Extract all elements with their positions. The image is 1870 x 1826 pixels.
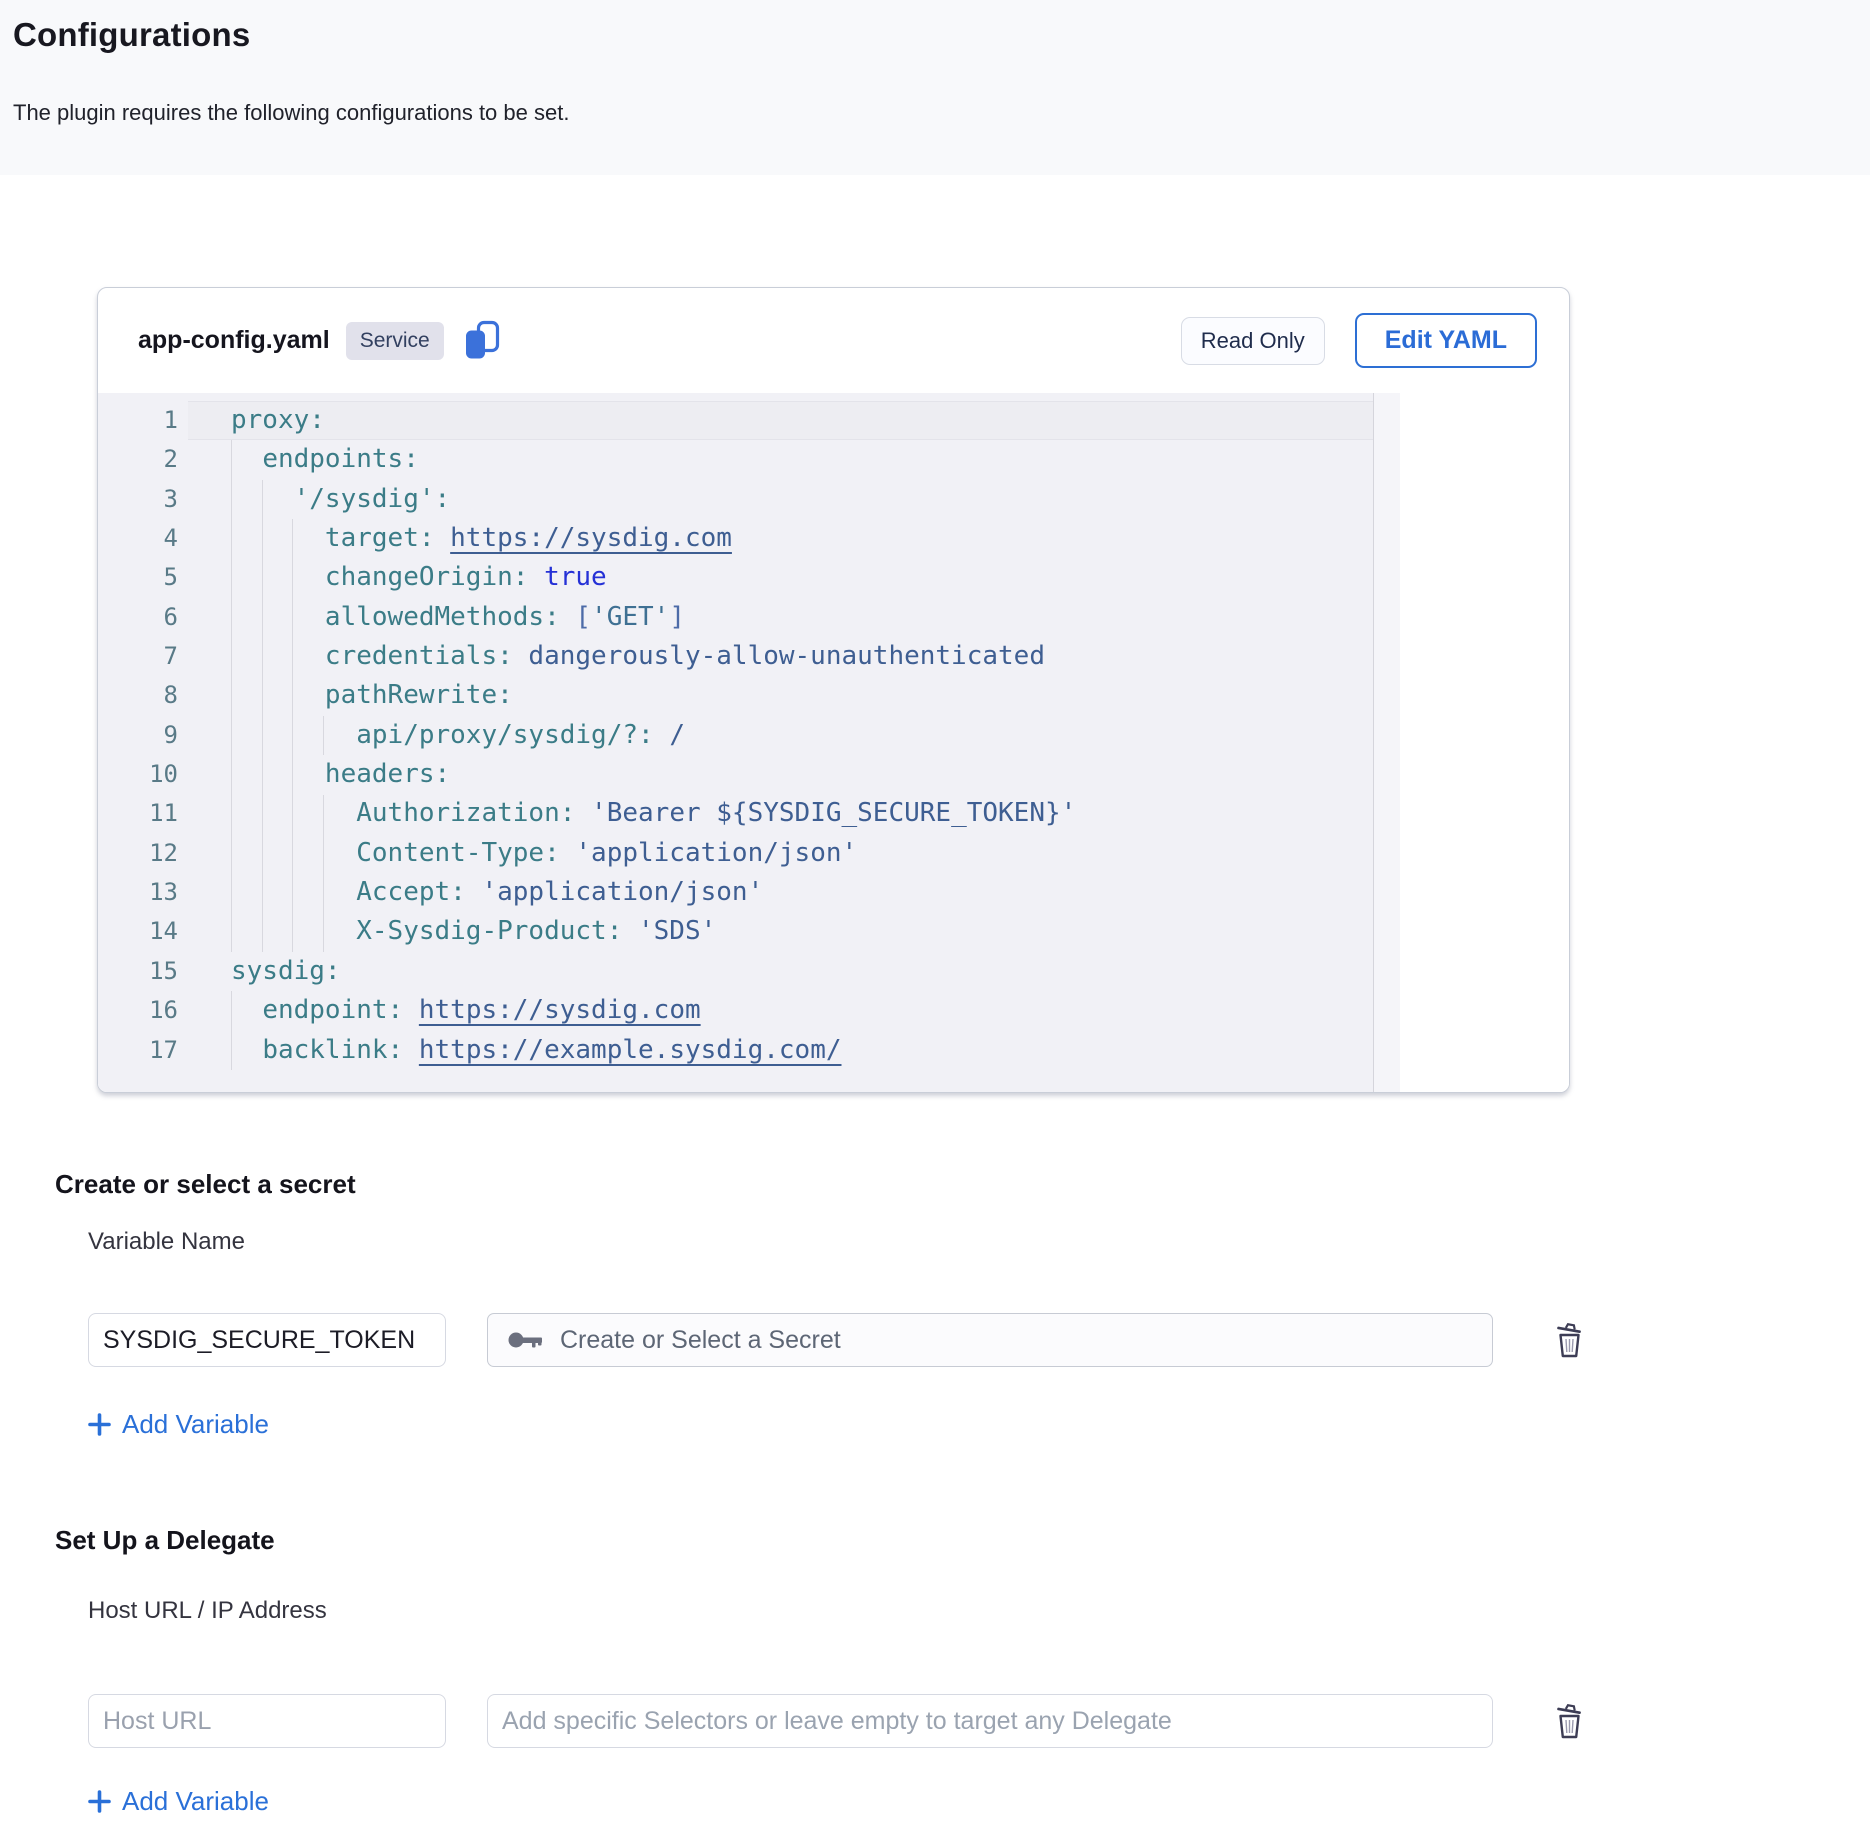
code-line: 2 endpoints: [98, 440, 1373, 479]
code-line: 16 endpoint: https://sysdig.com [98, 991, 1373, 1030]
line-number: 13 [98, 873, 188, 912]
line-number: 11 [98, 794, 188, 833]
config-filename: app-config.yaml [138, 326, 330, 355]
plus-icon [88, 1790, 111, 1813]
yaml-card-header: app-config.yaml Service Read Only Edit Y… [98, 288, 1569, 393]
secret-select[interactable]: Create or Select a Secret [487, 1313, 1493, 1367]
code-line: 15sysdig: [98, 952, 1373, 991]
line-number: 12 [98, 834, 188, 873]
line-number: 15 [98, 952, 188, 991]
code-line: 5 changeOrigin: true [98, 558, 1373, 597]
code-scroller[interactable]: 1proxy:2 endpoints:3 '/sysdig':4 target:… [98, 393, 1373, 1093]
line-number: 10 [98, 755, 188, 794]
main-content: app-config.yaml Service Read Only Edit Y… [0, 287, 1870, 1817]
variable-name-input[interactable] [88, 1313, 446, 1367]
code-line: 1proxy: [98, 401, 1373, 440]
code-line: 7 credentials: dangerously-allow-unauthe… [98, 637, 1373, 676]
line-number: 6 [98, 598, 188, 637]
line-number: 4 [98, 519, 188, 558]
code-scrollbar[interactable] [1373, 393, 1400, 1093]
line-number: 5 [98, 558, 188, 597]
copy-icon[interactable] [462, 320, 502, 362]
host-url-input[interactable] [88, 1694, 446, 1748]
yaml-config-card: app-config.yaml Service Read Only Edit Y… [97, 287, 1570, 1093]
code-line: 9 api/proxy/sysdig/?: / [98, 716, 1373, 755]
variable-name-label: Variable Name [88, 1228, 1870, 1256]
code-line: 4 target: https://sysdig.com [98, 519, 1373, 558]
delegate-row [88, 1694, 1870, 1748]
line-number: 1 [98, 401, 188, 440]
code-line: 10 headers: [98, 755, 1373, 794]
line-number: 17 [98, 1031, 188, 1070]
line-number: 8 [98, 676, 188, 715]
secret-section-heading: Create or select a secret [55, 1169, 1870, 1200]
code-line: 3 '/sysdig': [98, 480, 1373, 519]
page-subtitle: The plugin requires the following config… [0, 54, 1870, 126]
delegate-section-heading: Set Up a Delegate [55, 1525, 1870, 1556]
page-header: Configurations The plugin requires the f… [0, 0, 1870, 175]
code-right-filler [1400, 393, 1569, 1093]
code-line: 11 Authorization: 'Bearer ${SYSDIG_SECUR… [98, 794, 1373, 833]
key-icon [507, 1328, 545, 1352]
plus-icon [88, 1413, 111, 1436]
secret-variable-row: Create or Select a Secret [88, 1313, 1870, 1367]
read-only-badge: Read Only [1181, 317, 1325, 365]
yaml-code-editor[interactable]: 1proxy:2 endpoints:3 '/sysdig':4 target:… [98, 393, 1569, 1093]
line-number: 9 [98, 716, 188, 755]
host-url-label: Host URL / IP Address [88, 1597, 1870, 1625]
code-line: 14 X-Sysdig-Product: 'SDS' [98, 912, 1373, 951]
line-number: 2 [98, 440, 188, 479]
secret-select-placeholder: Create or Select a Secret [560, 1326, 841, 1355]
add-variable-label: Add Variable [122, 1786, 269, 1817]
edit-yaml-button[interactable]: Edit YAML [1355, 313, 1537, 368]
delete-variable-button[interactable] [1553, 1321, 1587, 1359]
page-title: Configurations [0, 0, 1870, 54]
add-variable-label: Add Variable [122, 1409, 269, 1440]
code-line: 8 pathRewrite: [98, 676, 1373, 715]
add-variable-button-delegate[interactable]: Add Variable [88, 1786, 269, 1817]
line-number: 7 [98, 637, 188, 676]
line-number: 14 [98, 912, 188, 951]
line-number: 16 [98, 991, 188, 1030]
add-variable-button-secret[interactable]: Add Variable [88, 1409, 269, 1440]
code-line: 12 Content-Type: 'application/json' [98, 834, 1373, 873]
code-line: 17 backlink: https://example.sysdig.com/ [98, 1031, 1373, 1070]
line-number: 3 [98, 480, 188, 519]
code-line: 13 Accept: 'application/json' [98, 873, 1373, 912]
delegate-selectors-input[interactable] [487, 1694, 1493, 1748]
service-badge: Service [346, 322, 444, 360]
delete-delegate-button[interactable] [1553, 1702, 1587, 1740]
code-line: 6 allowedMethods: ['GET'] [98, 598, 1373, 637]
